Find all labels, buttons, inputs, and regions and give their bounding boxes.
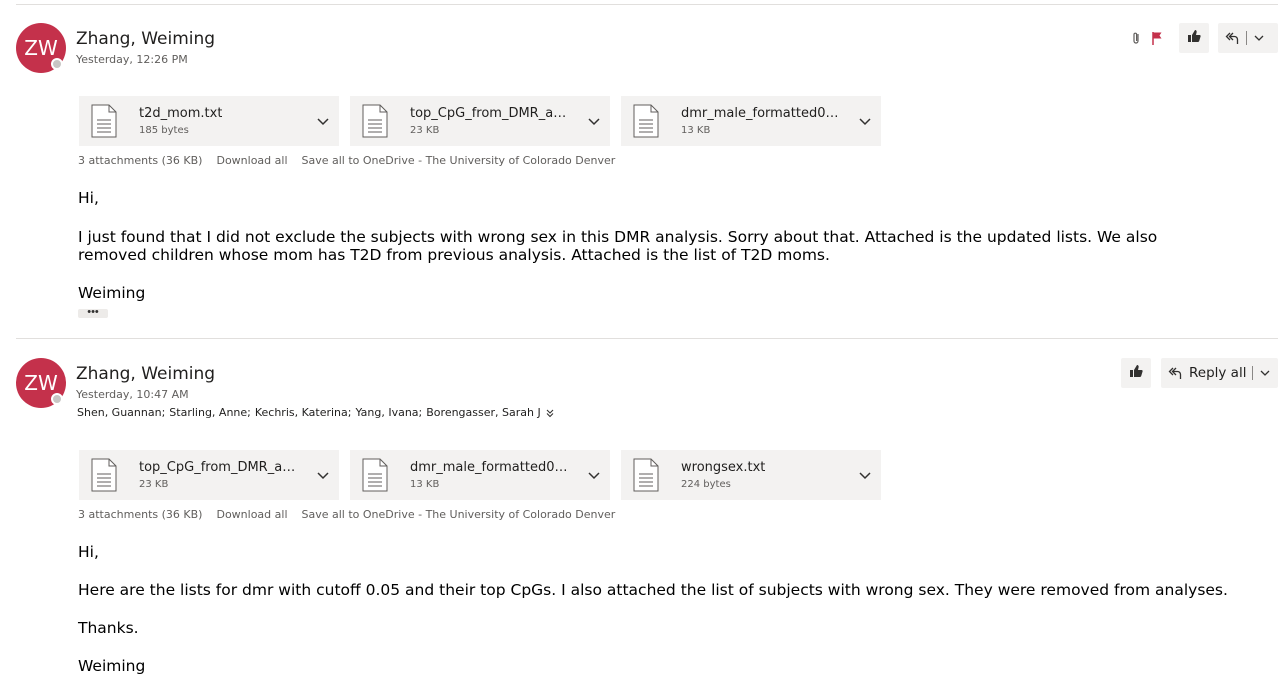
attachment-name: dmr_male_formatted00... bbox=[681, 106, 841, 121]
attachment-name: dmr_male_formatted00... bbox=[410, 460, 570, 475]
thanks-text: Thanks. bbox=[78, 619, 139, 637]
greeting: Hi, bbox=[78, 189, 99, 207]
download-all-link[interactable]: Download all bbox=[216, 508, 287, 521]
attachments-meta: 3 attachments (36 KB) Download all Save … bbox=[78, 508, 615, 521]
download-all-link[interactable]: Download all bbox=[216, 154, 287, 167]
chevron-down-icon[interactable] bbox=[315, 467, 331, 483]
flag-icon[interactable] bbox=[1151, 31, 1163, 45]
attachment-card[interactable]: dmr_male_formatted00... 13 KB bbox=[350, 450, 610, 500]
attachment-size: 23 KB bbox=[139, 479, 169, 490]
sender-name[interactable]: Zhang, Weiming bbox=[76, 29, 215, 49]
attachment-size: 13 KB bbox=[410, 479, 440, 490]
chevron-down-icon[interactable] bbox=[1253, 32, 1265, 44]
attachment-name: top_CpG_from_DMR_adj... bbox=[410, 106, 570, 121]
chevron-down-icon[interactable] bbox=[1259, 367, 1271, 379]
attachment-card[interactable]: top_CpG_from_DMR_adj... 23 KB bbox=[350, 96, 610, 146]
reply-all-icon bbox=[1167, 365, 1183, 381]
attachment-size: 224 bytes bbox=[681, 479, 731, 490]
reply-all-button[interactable]: Reply all bbox=[1189, 365, 1246, 381]
attachments-summary: 3 attachments (36 KB) bbox=[78, 508, 203, 521]
file-icon bbox=[633, 458, 659, 492]
chevron-down-icon[interactable] bbox=[586, 113, 602, 129]
file-icon bbox=[362, 458, 388, 492]
file-icon bbox=[362, 104, 388, 138]
body-text: I just found that I did not exclude the … bbox=[78, 228, 1158, 246]
attachment-name: t2d_mom.txt bbox=[139, 106, 223, 121]
attachment-card[interactable]: t2d_mom.txt 185 bytes bbox=[79, 96, 339, 146]
chevron-down-icon[interactable] bbox=[857, 113, 873, 129]
body-text: removed children whose mom has T2D from … bbox=[78, 246, 830, 264]
like-button[interactable] bbox=[1179, 23, 1209, 53]
expand-recipients-icon[interactable] bbox=[545, 408, 555, 418]
attachment-size: 23 KB bbox=[410, 125, 440, 136]
avatar-initials: ZW bbox=[24, 371, 58, 395]
like-button[interactable] bbox=[1121, 358, 1151, 388]
message-time: Yesterday, 10:47 AM bbox=[76, 388, 189, 401]
sender-name[interactable]: Zhang, Weiming bbox=[76, 364, 215, 384]
attachment-name: wrongsex.txt bbox=[681, 460, 766, 475]
message-divider bbox=[16, 338, 1278, 339]
like-icon bbox=[1186, 28, 1202, 49]
chevron-down-icon[interactable] bbox=[315, 113, 331, 129]
attachment-size: 185 bytes bbox=[139, 125, 189, 136]
chevron-down-icon[interactable] bbox=[857, 467, 873, 483]
signature: Weiming bbox=[78, 657, 146, 675]
file-icon bbox=[91, 458, 117, 492]
recipient[interactable]: Starling, Anne; bbox=[169, 406, 251, 419]
attachment-size: 13 KB bbox=[681, 125, 711, 136]
paperclip-icon bbox=[1131, 31, 1141, 45]
body-text: Here are the lists for dmr with cutoff 0… bbox=[78, 581, 1228, 599]
chevron-down-icon[interactable] bbox=[586, 467, 602, 483]
recipient[interactable]: Yang, Ivana; bbox=[355, 406, 422, 419]
file-icon bbox=[91, 104, 117, 138]
attachment-name: top_CpG_from_DMR_adj... bbox=[139, 460, 299, 475]
separator bbox=[1252, 366, 1254, 380]
separator bbox=[1246, 31, 1247, 45]
attachment-card[interactable]: wrongsex.txt 224 bytes bbox=[621, 450, 881, 500]
message-time: Yesterday, 12:26 PM bbox=[76, 53, 188, 66]
recipient[interactable]: Kechris, Katerina; bbox=[255, 406, 352, 419]
save-to-onedrive-link[interactable]: Save all to OneDrive - The University of… bbox=[302, 154, 616, 167]
presence-indicator bbox=[51, 58, 63, 70]
greeting: Hi, bbox=[78, 543, 99, 561]
top-divider bbox=[16, 4, 1278, 5]
attachment-card[interactable]: top_CpG_from_DMR_adj... 23 KB bbox=[79, 450, 339, 500]
recipient[interactable]: Shen, Guannan; bbox=[77, 406, 165, 419]
recipients-list: Shen, Guannan; Starling, Anne; Kechris, … bbox=[77, 406, 555, 419]
recipient[interactable]: Borengasser, Sarah J bbox=[426, 406, 540, 419]
signature: Weiming bbox=[78, 284, 146, 302]
attachment-card[interactable]: dmr_male_formatted00... 13 KB bbox=[621, 96, 881, 146]
reply-all-icon[interactable] bbox=[1224, 30, 1240, 46]
file-icon bbox=[633, 104, 659, 138]
like-icon bbox=[1128, 363, 1144, 384]
show-more-button[interactable]: ••• bbox=[78, 307, 108, 318]
presence-indicator bbox=[51, 393, 63, 405]
save-to-onedrive-link[interactable]: Save all to OneDrive - The University of… bbox=[302, 508, 616, 521]
attachments-summary: 3 attachments (36 KB) bbox=[78, 154, 203, 167]
reply-all-group[interactable] bbox=[1218, 23, 1278, 53]
avatar-initials: ZW bbox=[24, 36, 58, 60]
reply-all-group[interactable]: Reply all bbox=[1161, 358, 1278, 388]
attachments-meta: 3 attachments (36 KB) Download all Save … bbox=[78, 154, 615, 167]
